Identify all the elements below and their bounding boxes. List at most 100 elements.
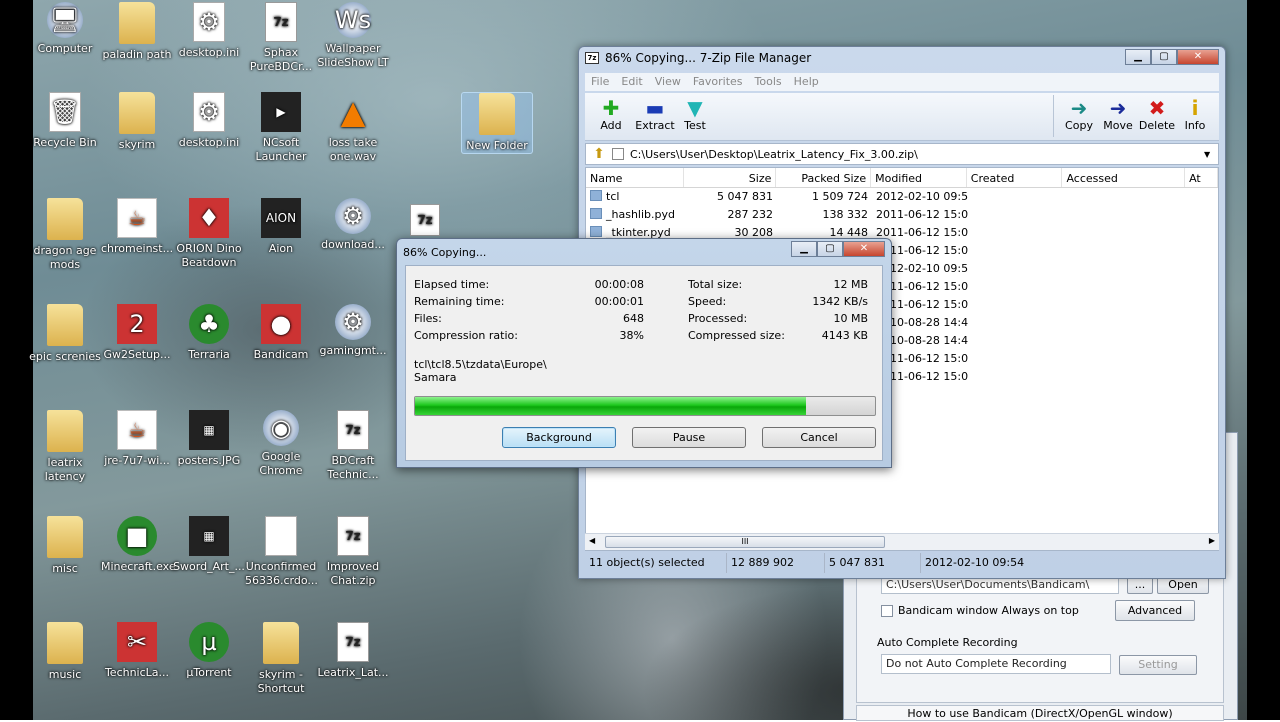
app-icon: ◉ — [263, 410, 299, 446]
always-on-top-option[interactable]: Bandicam window Always on top — [881, 604, 1079, 617]
desktop-icon[interactable]: music — [29, 622, 101, 682]
speed-label: Speed: — [688, 295, 727, 308]
app-icon: 7z — [337, 410, 369, 450]
move-icon: ➜ — [1109, 96, 1127, 120]
desktop-icon[interactable]: ⚙ desktop.ini — [173, 2, 245, 60]
column-accessed[interactable]: Accessed — [1062, 168, 1186, 187]
desktop-icon[interactable]: ✂ TechnicLa... — [101, 622, 173, 680]
maximize-button[interactable]: ▢ — [1151, 49, 1177, 65]
folder-icon — [47, 410, 83, 452]
desktop-icon[interactable]: ⚙ desktop.ini — [173, 92, 245, 150]
desktop-icon[interactable]: 7z Leatrix_Lat... — [317, 622, 389, 680]
status-selected: 11 object(s) selected — [585, 553, 727, 573]
status-packed: 5 047 831 — [825, 553, 921, 573]
app-icon: 7z — [337, 622, 369, 662]
desktop-icon[interactable]: 🗑 Recycle Bin — [29, 92, 101, 150]
desktop-icon[interactable]: paladin path — [101, 2, 173, 62]
background-button[interactable]: Background — [502, 427, 616, 448]
dialog-minimize-button[interactable]: ▁ — [791, 241, 817, 257]
column-created[interactable]: Created — [967, 168, 1063, 187]
desktop-icon-label: Terraria — [188, 348, 230, 361]
column-packed-size[interactable]: Packed Size — [776, 168, 872, 187]
desktop-icon[interactable]: misc — [29, 516, 101, 576]
column-name[interactable]: Name — [586, 168, 684, 187]
desktop-icon[interactable]: 🖥 Computer — [29, 2, 101, 56]
scroll-left-icon[interactable]: ◀ — [589, 536, 595, 545]
dialog-close-button[interactable]: ✕ — [843, 241, 885, 257]
desktop-icon[interactable]: ▲ loss take one.wav — [317, 92, 389, 164]
desktop-icon[interactable]: ▦ Sword_Art_... — [173, 516, 245, 574]
app-icon: ⚙ — [193, 2, 225, 42]
move-button[interactable]: ➜ Move — [1096, 97, 1140, 132]
scroll-right-icon[interactable]: ▶ — [1209, 536, 1215, 545]
test-button[interactable]: ▼ Test — [673, 97, 717, 132]
close-button[interactable]: ✕ — [1177, 49, 1219, 65]
desktop-icon[interactable]: 7z Sphax PureBDCr... — [245, 2, 317, 74]
table-row[interactable]: tcl 5 047 831 1 509 724 2012-02-10 09:54 — [586, 188, 1218, 206]
horizontal-scrollbar[interactable]: ◀ III ▶ — [585, 533, 1219, 550]
desktop-icon[interactable]: AION Aion — [245, 198, 317, 256]
desktop-icon[interactable]: ◉ Google Chrome — [245, 410, 317, 478]
address-bar[interactable]: ⬆ C:\Users\User\Desktop\Leatrix_Latency_… — [585, 143, 1219, 165]
column-modified[interactable]: Modified — [871, 168, 967, 187]
advanced-button[interactable]: Advanced — [1115, 600, 1195, 621]
cell-packed: 138 332 — [777, 206, 872, 224]
menu-tools[interactable]: Tools — [755, 73, 790, 91]
menu-edit[interactable]: Edit — [621, 73, 650, 91]
column-attributes[interactable]: At — [1185, 168, 1218, 187]
folder-icon — [119, 92, 155, 134]
folder-up-icon[interactable]: ⬆ — [586, 146, 612, 162]
desktop-icon[interactable]: ☕ jre-7u7-wi... — [101, 410, 173, 468]
desktop-icon[interactable]: ⚙ download... — [317, 198, 389, 252]
always-on-top-checkbox[interactable] — [881, 604, 893, 617]
desktop-icon[interactable]: dragon age mods — [29, 198, 101, 272]
dialog-maximize-button[interactable]: ▢ — [817, 241, 843, 257]
desktop-icon[interactable]: skyrim — [101, 92, 173, 152]
menu-help[interactable]: Help — [794, 73, 827, 91]
auto-complete-field[interactable]: Do not Auto Complete Recording — [881, 654, 1111, 674]
desktop-icon[interactable]: 7z BDCraft Technic... — [317, 410, 389, 482]
cancel-button[interactable]: Cancel — [762, 427, 876, 448]
pause-button[interactable]: Pause — [632, 427, 746, 448]
desktop-icon[interactable]: µ µTorrent — [173, 622, 245, 680]
setting-button[interactable]: Setting — [1119, 655, 1197, 675]
desktop-icon[interactable]: Ws Wallpaper SlideShow LT — [317, 2, 389, 70]
window-controls: ▁ ▢ ✕ — [1125, 49, 1219, 65]
table-row[interactable]: _hashlib.pyd 287 232 138 332 2011-06-12 15:… — [586, 206, 1218, 224]
menu-view[interactable]: View — [655, 73, 689, 91]
processed-label: Processed: — [688, 312, 748, 325]
desktop-icon[interactable]: epic screnies — [29, 304, 101, 364]
scroll-thumb[interactable]: III — [605, 536, 885, 548]
column-size[interactable]: Size — [684, 168, 777, 187]
desktop-icon[interactable]: ♣ Terraria — [173, 304, 245, 362]
add-button[interactable]: ✚ Add — [589, 97, 633, 132]
extract-button[interactable]: ▬ Extract — [633, 97, 677, 132]
desktop-icon[interactable]: ▶ NCsoft Launcher — [245, 92, 317, 164]
desktop-icon[interactable]: ♦ ORION Dino Beatdown — [173, 198, 245, 270]
minimize-button[interactable]: ▁ — [1125, 49, 1151, 65]
desktop-icon[interactable]: ■ Minecraft.exe — [101, 516, 176, 574]
desktop-icon[interactable]: ● Bandicam — [245, 304, 317, 362]
chevron-down-icon[interactable]: ▼ — [1204, 150, 1218, 159]
menu-bar: File Edit View Favorites Tools Help — [585, 73, 1219, 91]
desktop-icon[interactable]: skyrim - Shortcut — [245, 622, 317, 696]
cell-text: 2011-06-12 15:06 — [876, 208, 968, 221]
info-button[interactable]: i Info — [1173, 97, 1217, 132]
desktop-icon[interactable]: ☕ chromeinst... — [101, 198, 173, 256]
desktop-icon[interactable]: ⚙ gamingmt... — [317, 304, 389, 358]
desktop-icon[interactable]: 2 Gw2Setup... — [101, 304, 173, 362]
menu-favorites[interactable]: Favorites — [693, 73, 751, 91]
menu-file[interactable]: File — [591, 73, 617, 91]
desktop-icon[interactable]: leatrix latency — [29, 410, 101, 484]
bandicam-help-link[interactable]: How to use Bandicam (DirectX/OpenGL wind… — [856, 705, 1224, 721]
status-modified: 2012-02-10 09:54 — [925, 556, 1025, 569]
desktop-icon[interactable]: 7z Improved Chat.zip — [317, 516, 389, 588]
add-icon: ✚ — [602, 96, 620, 120]
desktop-icon-label: TechnicLa... — [104, 666, 170, 679]
desktop-icon-partial[interactable]: 7z — [405, 204, 445, 240]
copy-button[interactable]: ➜ Copy — [1057, 97, 1101, 132]
desktop-icon[interactable]: ▦ posters.JPG — [173, 410, 245, 468]
desktop-icon[interactable]: New Folder — [461, 92, 533, 154]
desktop-icon[interactable]: Unconfirmed 56336.crdo... — [245, 516, 318, 588]
speed-value: 1342 KB/s — [812, 295, 868, 308]
